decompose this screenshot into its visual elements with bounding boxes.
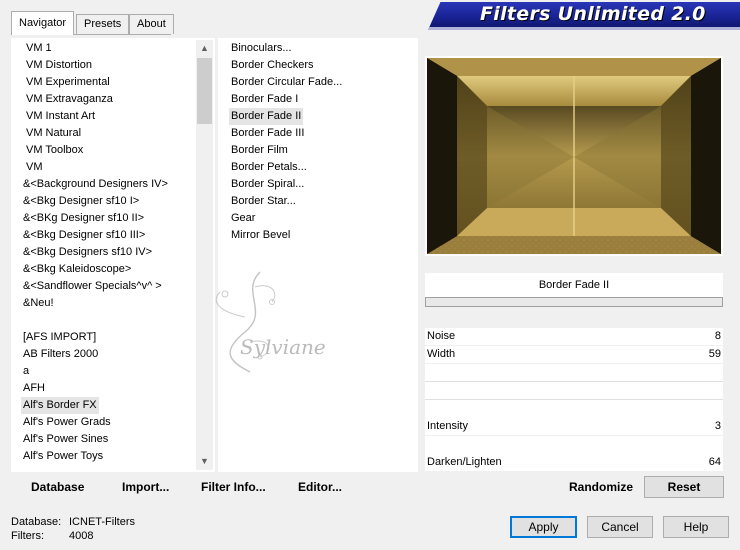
param-value: 3	[714, 420, 721, 432]
cancel-button[interactable]: Cancel	[587, 516, 653, 538]
filter-item[interactable]: Border Spiral...	[229, 176, 306, 193]
param-divider	[425, 381, 723, 382]
category-item[interactable]: Alf's Border FX	[21, 397, 99, 414]
category-item[interactable]: &<Sandflower Specials^v^ >	[21, 278, 164, 295]
editor-button[interactable]: Editor...	[298, 480, 342, 494]
param-darken-lighten[interactable]: Darken/Lighten 64	[425, 454, 723, 471]
reset-button[interactable]: Reset	[644, 476, 724, 498]
selected-filter-title: Border Fade II	[425, 273, 723, 297]
category-item[interactable]: VM 1	[24, 40, 54, 57]
category-item[interactable]: AB Filters 2000	[21, 346, 100, 363]
param-noise[interactable]: Noise 8	[425, 328, 723, 345]
param-value: 8	[714, 330, 721, 342]
apply-button[interactable]: Apply	[510, 516, 577, 538]
category-item[interactable]: &<Bkg Designer sf10 I>	[21, 193, 141, 210]
category-item[interactable]: VM Distortion	[24, 57, 94, 74]
category-item[interactable]: &<Bkg Designers sf10 IV>	[21, 244, 154, 261]
category-item[interactable]: Alf's Power Toys	[21, 448, 105, 465]
randomize-button[interactable]: Randomize	[569, 480, 633, 494]
category-item[interactable]: &<Background Designers IV>	[21, 176, 170, 193]
param-empty-area	[425, 364, 723, 418]
scroll-thumb[interactable]	[197, 58, 212, 124]
category-item[interactable]: VM Instant Art	[24, 108, 97, 125]
filter-item[interactable]: Border Fade II	[229, 108, 304, 125]
category-item[interactable]: AFH	[21, 380, 47, 397]
scroll-up-icon[interactable]: ▲	[196, 40, 213, 57]
filter-item[interactable]: Border Petals...	[229, 159, 309, 176]
category-item[interactable]: a	[21, 363, 31, 380]
filter-item[interactable]: Border Star...	[229, 193, 298, 210]
filter-item[interactable]: Border Checkers	[229, 57, 316, 74]
filters-count: 4008	[69, 530, 94, 542]
category-item[interactable]: [AFS IMPORT]	[21, 329, 98, 346]
param-empty-area	[425, 436, 723, 454]
filter-item[interactable]: Binoculars...	[229, 40, 294, 57]
category-item[interactable]: VM	[24, 159, 45, 176]
database-value: ICNET-Filters	[69, 516, 135, 528]
tab-about[interactable]: About	[129, 14, 174, 34]
category-item[interactable]: VM Natural	[24, 125, 83, 142]
category-item[interactable]: VM Extravaganza	[24, 91, 115, 108]
category-item[interactable]: &<Bkg Designer sf10 III>	[21, 227, 147, 244]
filter-item[interactable]: Border Film	[229, 142, 290, 159]
scroll-down-icon[interactable]: ▼	[196, 453, 213, 470]
category-item[interactable]: &<BKg Designer sf10 II>	[21, 210, 146, 227]
category-item[interactable]: VM Toolbox	[24, 142, 85, 159]
filter-progress-bar	[425, 297, 723, 307]
watermark-text: Sylviane	[240, 335, 326, 359]
database-button[interactable]: Database	[31, 480, 84, 494]
param-label: Width	[427, 348, 456, 360]
category-item[interactable]: Alf's Power Sines	[21, 431, 110, 448]
param-value: 64	[708, 456, 721, 468]
database-label: Database:	[11, 516, 62, 528]
filters-label: Filters:	[11, 530, 44, 542]
tab-presets[interactable]: Presets	[76, 14, 130, 34]
category-item[interactable]: Alf's Power Grads	[21, 414, 113, 431]
param-divider	[425, 399, 723, 400]
category-item[interactable]: &Neu!	[21, 295, 56, 312]
filter-item[interactable]: Border Circular Fade...	[229, 74, 344, 91]
param-intensity[interactable]: Intensity 3	[425, 418, 723, 435]
category-scrollbar[interactable]: ▲ ▼	[196, 40, 213, 470]
filter-item[interactable]: Border Fade I	[229, 91, 300, 108]
param-label: Noise	[427, 330, 456, 342]
filter-item[interactable]: Border Fade III	[229, 125, 306, 142]
category-item[interactable]: VM Experimental	[24, 74, 112, 91]
import-button[interactable]: Import...	[122, 480, 169, 494]
category-item[interactable]	[21, 312, 25, 329]
tab-navigator[interactable]: Navigator	[11, 11, 75, 35]
app-title: Filters Unlimited 2.0	[480, 3, 706, 25]
param-label: Intensity	[427, 420, 468, 432]
filter-item[interactable]: Gear	[229, 210, 257, 227]
filter-item[interactable]: Mirror Bevel	[229, 227, 292, 244]
param-label: Darken/Lighten	[427, 456, 502, 468]
param-value: 59	[708, 348, 721, 360]
category-item[interactable]: &<Bkg Kaleidoscope>	[21, 261, 133, 278]
param-width[interactable]: Width 59	[425, 346, 723, 363]
filter-info-button[interactable]: Filter Info...	[201, 480, 266, 494]
preview-image	[427, 58, 721, 254]
help-button[interactable]: Help	[663, 516, 729, 538]
watermark-flourish-icon: Sylviane	[215, 271, 326, 373]
